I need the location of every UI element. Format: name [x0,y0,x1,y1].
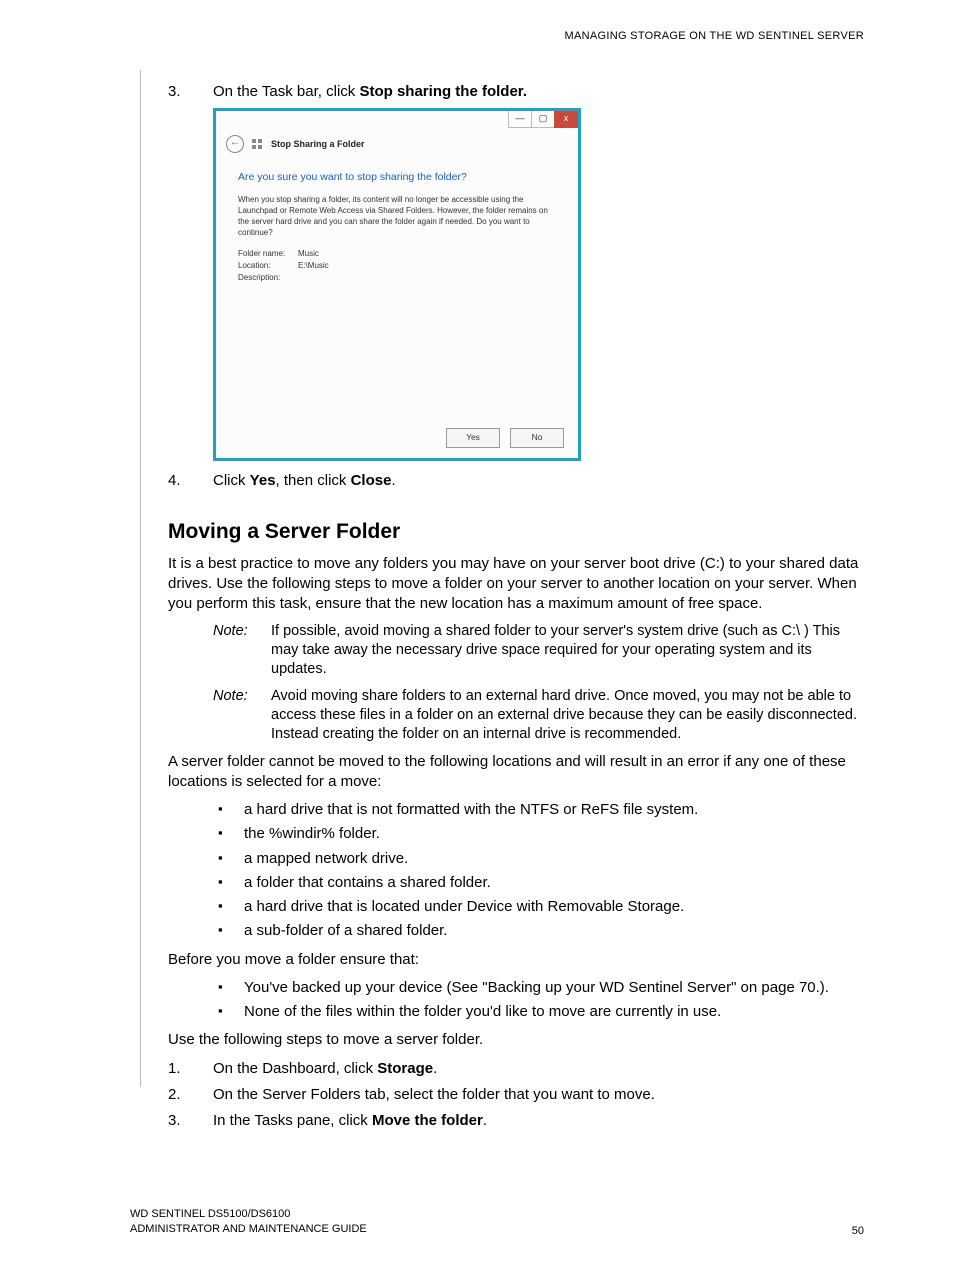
bullet-list-2: You've backed up your device (See "Backi… [218,978,864,1023]
step-text: . [391,472,395,489]
step-number: 4. [168,471,213,491]
list-item: You've backed up your device (See "Backi… [218,978,864,998]
list-item: a hard drive that is not formatted with … [218,800,864,820]
list-item: None of the files within the folder you'… [218,1002,864,1022]
close-button[interactable]: x [554,111,578,128]
list-item: a hard drive that is located under Devic… [218,897,864,917]
step-number: 2. [168,1085,213,1105]
step-text: Click [213,472,250,489]
maximize-button[interactable]: ▢ [531,111,555,128]
page-footer: WD SENTINEL DS5100/DS6100 ADMINISTRATOR … [0,1207,954,1267]
step-1-move: 1. On the Dashboard, click Storage. [168,1059,864,1079]
step-text: On the Task bar, click [213,83,359,100]
note-label: Note: [213,622,271,679]
dialog-titlebar: — ▢ x [216,111,578,129]
step-text: , then click [276,472,351,489]
footer-product: WD SENTINEL DS5100/DS6100 [130,1207,367,1222]
dialog-title: Stop Sharing a Folder [271,139,365,149]
step-bold: Yes [250,472,276,489]
step-3: 3. On the Task bar, click Stop sharing t… [168,82,864,102]
minimize-button[interactable]: — [508,111,532,128]
note-1: Note: If possible, avoid moving a shared… [213,622,864,679]
no-button[interactable]: No [510,428,564,448]
folder-name-value: Music [298,249,319,258]
location-label: Location: [238,260,298,272]
bullet-list-1: a hard drive that is not formatted with … [218,800,864,942]
note-text: Avoid moving share folders to an externa… [271,687,864,744]
body-paragraph: Use the following steps to move a server… [168,1030,864,1050]
intro-paragraph: It is a best practice to move any folder… [168,554,864,615]
step-text: On the Dashboard, click [213,1060,377,1077]
location-value: E:\Music [298,261,329,270]
description-label: Description: [238,272,298,284]
dialog-screenshot: — ▢ x ← Stop Sharing a Folder Are you su… [213,108,864,461]
list-item: a mapped network drive. [218,849,864,869]
grid-icon [252,139,263,150]
page-header: MANAGING STORAGE ON THE WD SENTINEL SERV… [140,30,864,42]
yes-button[interactable]: Yes [446,428,500,448]
section-heading: Moving a Server Folder [168,520,864,544]
step-bold: Stop sharing the folder. [359,83,527,100]
step-bold: Storage [377,1060,433,1077]
list-item: a folder that contains a shared folder. [218,873,864,893]
body-paragraph: Before you move a folder ensure that: [168,950,864,970]
step-text: On the Server Folders tab, select the fo… [213,1085,864,1105]
margin-rule [140,70,141,1087]
step-bold: Close [351,472,392,489]
page-number: 50 [852,1225,864,1237]
note-text: If possible, avoid moving a shared folde… [271,622,864,679]
step-2-move: 2. On the Server Folders tab, select the… [168,1085,864,1105]
step-number: 1. [168,1059,213,1079]
step-number: 3. [168,82,213,102]
step-text: . [433,1060,437,1077]
note-2: Note: Avoid moving share folders to an e… [213,687,864,744]
step-bold: Move the folder [372,1112,483,1129]
list-item: the %windir% folder. [218,824,864,844]
back-icon[interactable]: ← [226,135,244,153]
dialog-question: Are you sure you want to stop sharing th… [238,171,556,183]
step-text: In the Tasks pane, click [213,1112,372,1129]
list-item: a sub-folder of a shared folder. [218,921,864,941]
step-4: 4. Click Yes, then click Close. [168,471,864,491]
step-3-move: 3. In the Tasks pane, click Move the fol… [168,1111,864,1131]
folder-name-label: Folder name: [238,248,298,260]
step-text: . [483,1112,487,1129]
body-paragraph: A server folder cannot be moved to the f… [168,752,864,793]
dialog-description: When you stop sharing a folder, its cont… [238,195,556,238]
note-label: Note: [213,687,271,744]
step-number: 3. [168,1111,213,1131]
